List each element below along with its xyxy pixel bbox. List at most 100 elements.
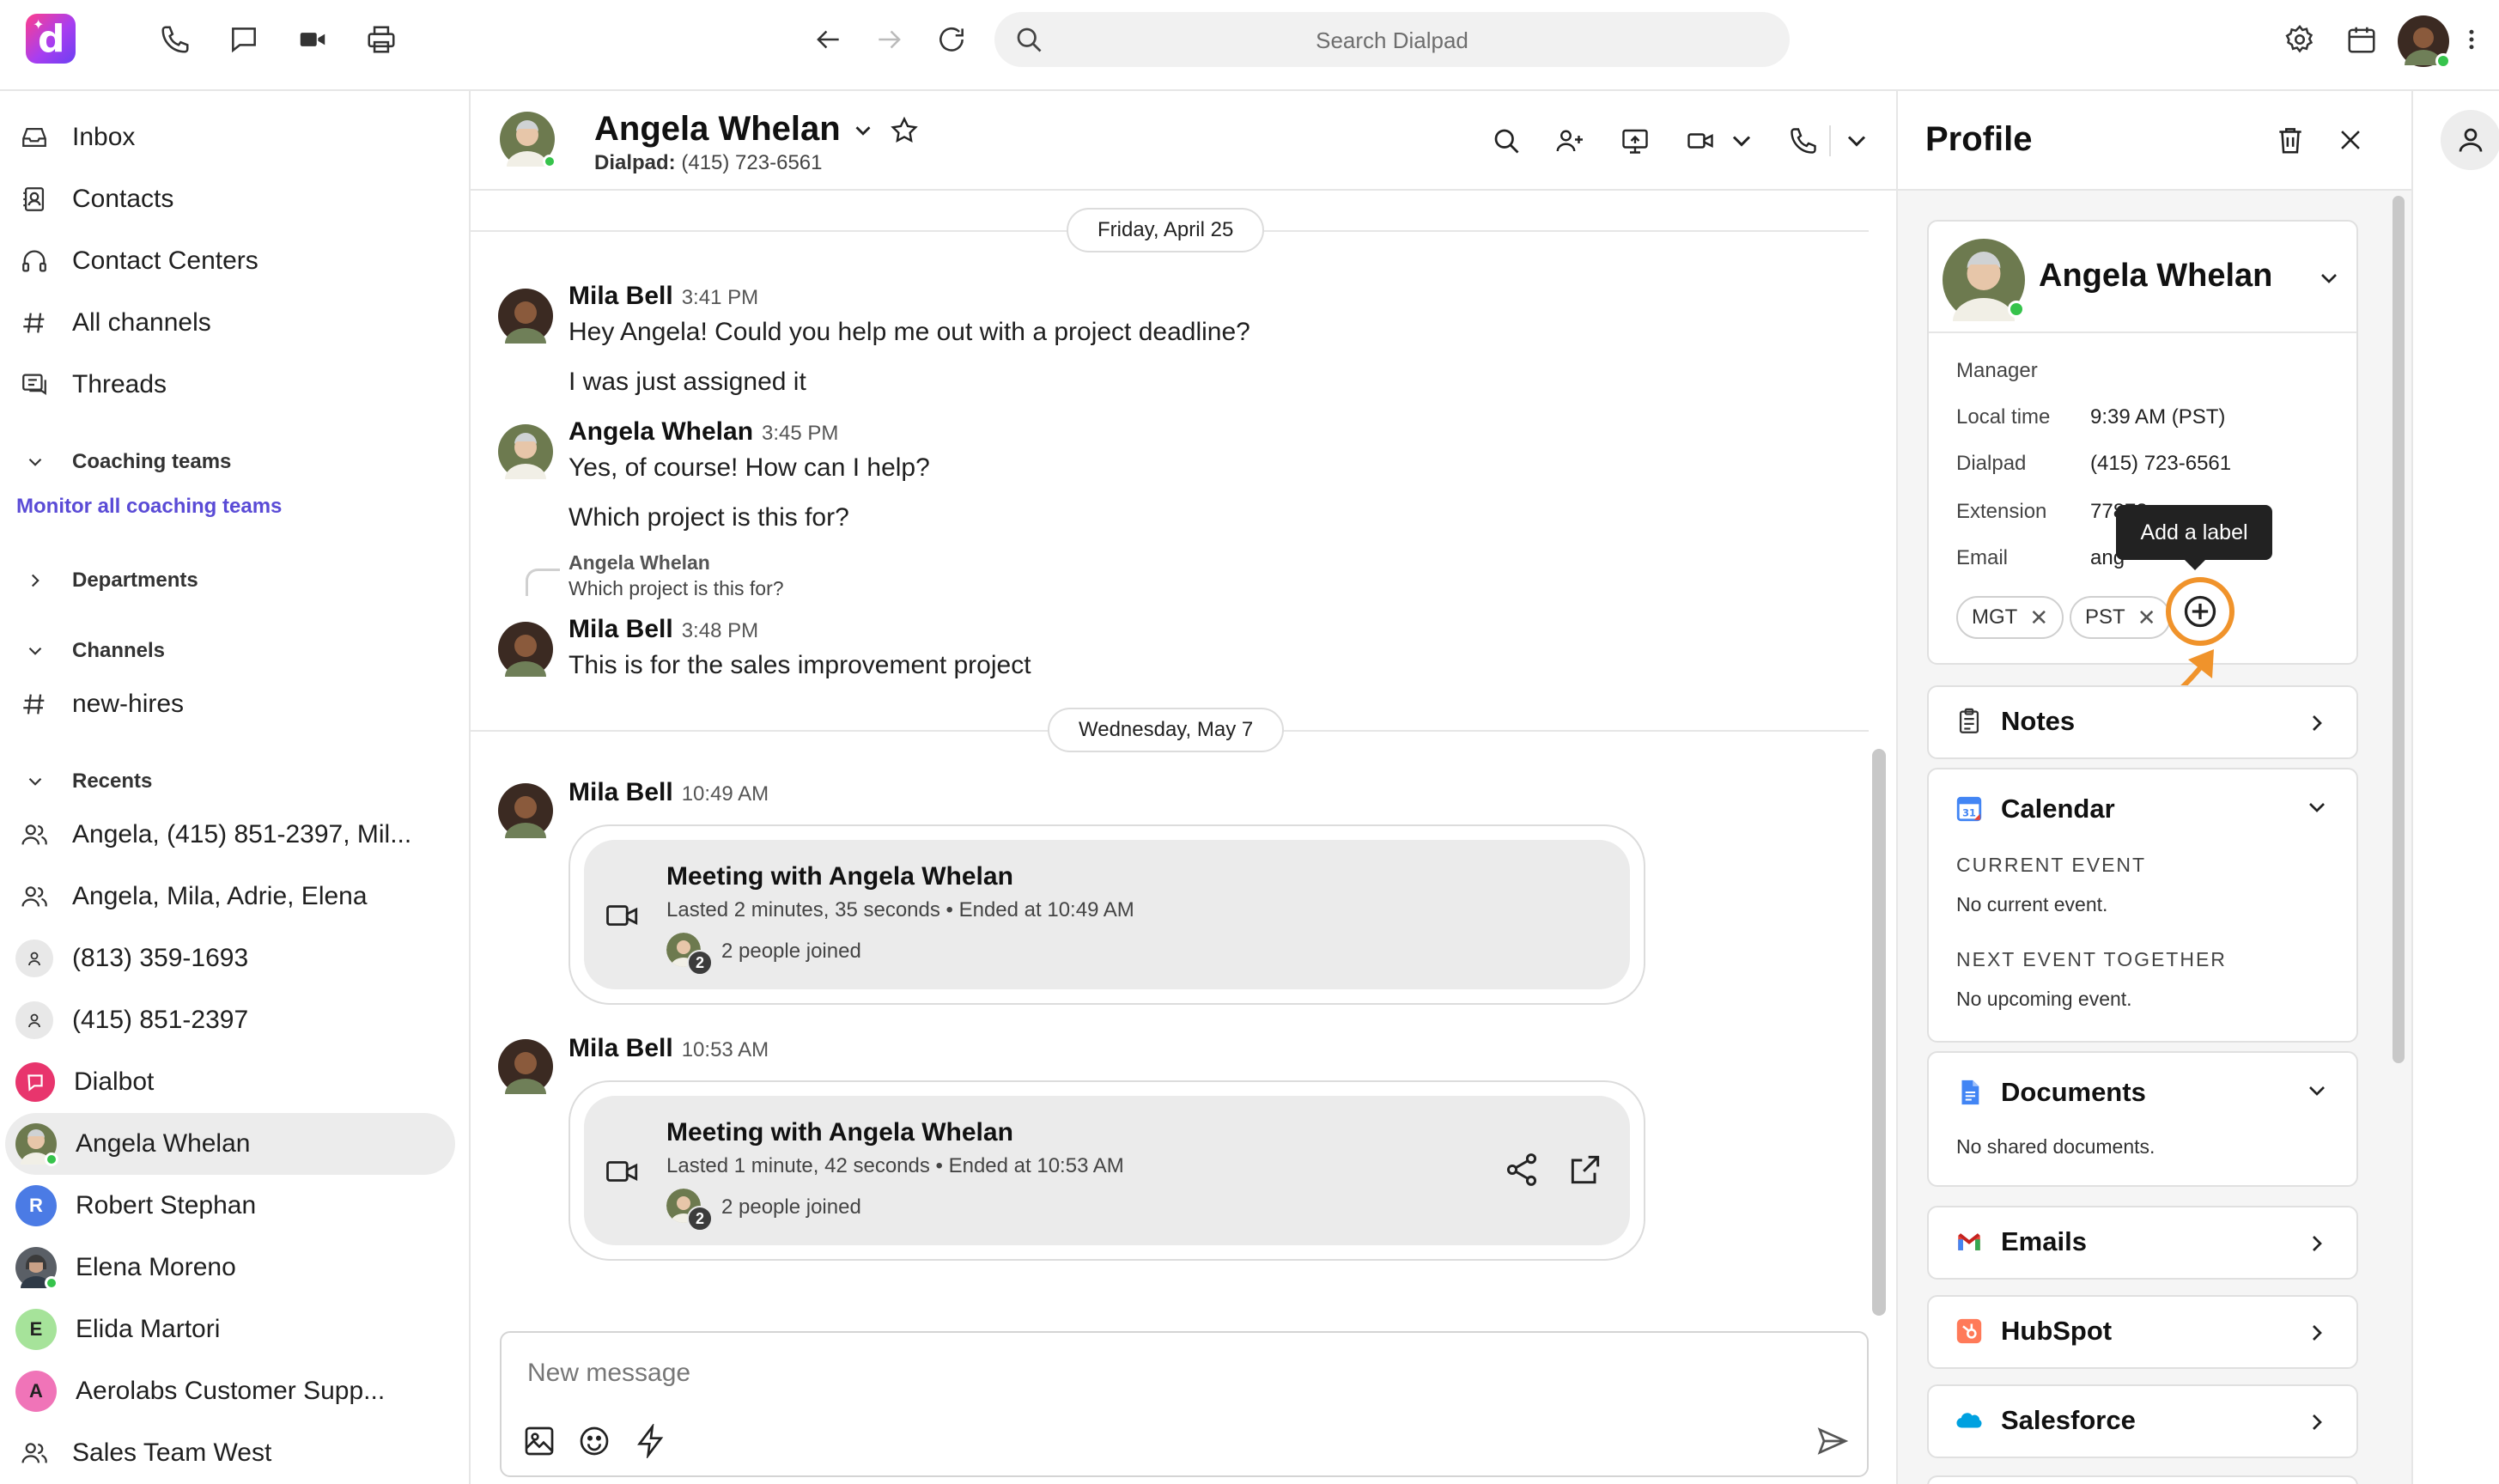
avatar[interactable] xyxy=(498,622,553,677)
sidebar-item-all-channels[interactable]: All channels xyxy=(17,297,211,349)
contact-avatar[interactable] xyxy=(500,112,556,168)
add-person-icon[interactable] xyxy=(1551,122,1589,160)
section-departments[interactable]: Departments xyxy=(24,563,198,598)
section-label: Recents xyxy=(72,769,153,793)
sidebar-item-contact-centers[interactable]: Contact Centers xyxy=(17,235,258,287)
remove-label-icon[interactable]: ✕ xyxy=(2029,605,2048,631)
recent-item-label: (813) 359-1693 xyxy=(72,944,249,972)
message-icon[interactable] xyxy=(225,21,263,58)
calendar-header[interactable]: 31 Calendar xyxy=(1955,794,2115,824)
phone-call-icon[interactable] xyxy=(1785,122,1822,160)
recent-item-dialbot[interactable]: Dialbot xyxy=(15,1056,154,1108)
recent-item[interactable]: Sales Team West xyxy=(17,1427,271,1479)
emails-card[interactable]: Emails xyxy=(1927,1206,2358,1280)
add-label-button[interactable] xyxy=(2166,577,2235,646)
screen-share-icon[interactable] xyxy=(1616,122,1654,160)
hubspot-card[interactable]: HubSpot xyxy=(1927,1295,2358,1369)
recent-item[interactable]: Angela, (415) 851-2397, Mil... xyxy=(17,809,411,861)
sidebar-item-contacts[interactable]: Contacts xyxy=(17,173,173,225)
author-name: Mila Bell xyxy=(569,778,673,806)
chevron-down-icon[interactable] xyxy=(2303,1077,2331,1104)
recent-item[interactable]: E Elida Martori xyxy=(15,1304,220,1355)
avatar xyxy=(15,1123,58,1166)
profile-scrollbar[interactable] xyxy=(2393,196,2405,1063)
recent-item[interactable]: (415) 851-2397 xyxy=(15,994,248,1046)
dialpad-logo[interactable]: ✦ d xyxy=(26,14,76,64)
hubspot-icon xyxy=(1956,1318,1982,1344)
date-pill: Friday, April 25 xyxy=(1067,208,1265,252)
image-attach-icon[interactable] xyxy=(522,1424,556,1458)
video-call-icon[interactable] xyxy=(1681,122,1719,160)
chevron-right-icon xyxy=(2313,1325,2322,1341)
remove-label-icon[interactable]: ✕ xyxy=(2137,605,2156,631)
sidebar-item-threads[interactable]: Threads xyxy=(17,359,167,411)
back-arrow-icon[interactable] xyxy=(809,21,847,58)
recent-item[interactable]: (813) 359-1693 xyxy=(15,933,248,984)
label-chip[interactable]: PST ✕ xyxy=(2070,596,2172,639)
share-icon[interactable] xyxy=(1503,1151,1541,1189)
meeting-card[interactable]: Meeting with Angela Whelan Lasted 2 minu… xyxy=(569,824,1645,1005)
chevron-down-icon[interactable] xyxy=(2303,794,2331,821)
message-composer[interactable]: New message xyxy=(500,1331,1869,1477)
label-chip[interactable]: MGT ✕ xyxy=(1956,596,2064,639)
star-icon[interactable] xyxy=(889,115,920,146)
send-icon[interactable] xyxy=(1815,1424,1850,1458)
notes-card[interactable]: Notes xyxy=(1927,685,2358,759)
chevron-down-icon[interactable] xyxy=(1838,122,1876,160)
open-external-icon[interactable] xyxy=(1566,1151,1604,1189)
recent-item[interactable]: R Robert Stephan xyxy=(15,1180,256,1232)
notes-title: Notes xyxy=(2001,706,2076,736)
avatar[interactable] xyxy=(498,424,553,479)
search-bar[interactable]: Search Dialpad xyxy=(994,12,1790,67)
author-name: Mila Bell xyxy=(569,615,673,643)
meeting-details: Lasted 1 minute, 42 seconds • Ended at 1… xyxy=(666,1154,1124,1177)
hash-icon xyxy=(17,306,52,340)
video-icon[interactable] xyxy=(294,21,331,58)
calendar-card: 31 Calendar CURRENT EVENT No current eve… xyxy=(1927,768,2358,1043)
author-name: Mila Bell xyxy=(569,1034,673,1062)
conversation-title[interactable]: Angela Whelan xyxy=(594,110,920,149)
search-icon[interactable] xyxy=(1487,122,1525,160)
avatar[interactable] xyxy=(498,289,553,344)
profile-toggle-button[interactable] xyxy=(2441,110,2499,170)
lightning-icon[interactable] xyxy=(634,1424,668,1458)
documents-header[interactable]: Documents xyxy=(1955,1077,2146,1108)
recent-item[interactable]: Elena Moreno xyxy=(15,1242,236,1293)
print-icon[interactable] xyxy=(362,21,400,58)
avatar[interactable] xyxy=(498,1039,553,1094)
salesforce-card[interactable]: Salesforce xyxy=(1927,1384,2358,1458)
monitor-coaching-teams-link[interactable]: Monitor all coaching teams xyxy=(16,495,282,519)
chevron-down-icon[interactable] xyxy=(1723,122,1760,160)
reply-text[interactable]: Which project is this for? xyxy=(569,577,784,600)
recent-item-angela-whelan[interactable]: Angela Whelan xyxy=(15,1118,250,1170)
calendar-icon[interactable] xyxy=(2343,21,2380,58)
avatar[interactable] xyxy=(498,783,553,838)
chevron-down-icon[interactable] xyxy=(850,118,876,143)
trash-icon[interactable] xyxy=(2274,124,2307,156)
section-recents[interactable]: Recents xyxy=(24,764,152,799)
recent-item[interactable]: Angela, Mila, Adrie, Elena xyxy=(17,871,368,922)
close-icon[interactable] xyxy=(2336,125,2365,155)
meeting-card[interactable]: Meeting with Angela Whelan Lasted 1 minu… xyxy=(569,1080,1645,1261)
message-author: Mila Bell 10:53 AM xyxy=(569,1034,769,1063)
contacts-icon xyxy=(17,182,52,216)
contact-card-header[interactable]: Angela Whelan xyxy=(1929,222,2356,333)
conversation-scrollbar[interactable] xyxy=(1872,749,1886,1316)
more-vertical-icon[interactable] xyxy=(2461,21,2482,58)
sidebar-item-inbox[interactable]: Inbox xyxy=(17,112,135,163)
field-value: 9:39 AM (PST) xyxy=(2090,405,2226,429)
phone-icon[interactable] xyxy=(156,21,194,58)
settings-gear-icon[interactable] xyxy=(2281,21,2319,58)
forward-arrow-icon[interactable] xyxy=(871,21,909,58)
field-value[interactable]: (415) 723-6561 xyxy=(2090,452,2231,476)
channel-item-new-hires[interactable]: new-hires xyxy=(17,678,184,730)
section-channels[interactable]: Channels xyxy=(24,634,165,668)
message-text: Hey Angela! Could you help me out with a… xyxy=(569,318,1250,346)
chevron-down-icon[interactable] xyxy=(2315,265,2343,292)
section-coaching-teams[interactable]: Coaching teams xyxy=(24,445,231,479)
recent-item[interactable]: A Aerolabs Customer Supp... xyxy=(15,1365,385,1417)
chevron-right-icon xyxy=(31,574,40,587)
reload-icon[interactable] xyxy=(933,21,970,58)
emoji-icon[interactable] xyxy=(577,1424,611,1458)
user-avatar[interactable] xyxy=(2398,15,2451,69)
